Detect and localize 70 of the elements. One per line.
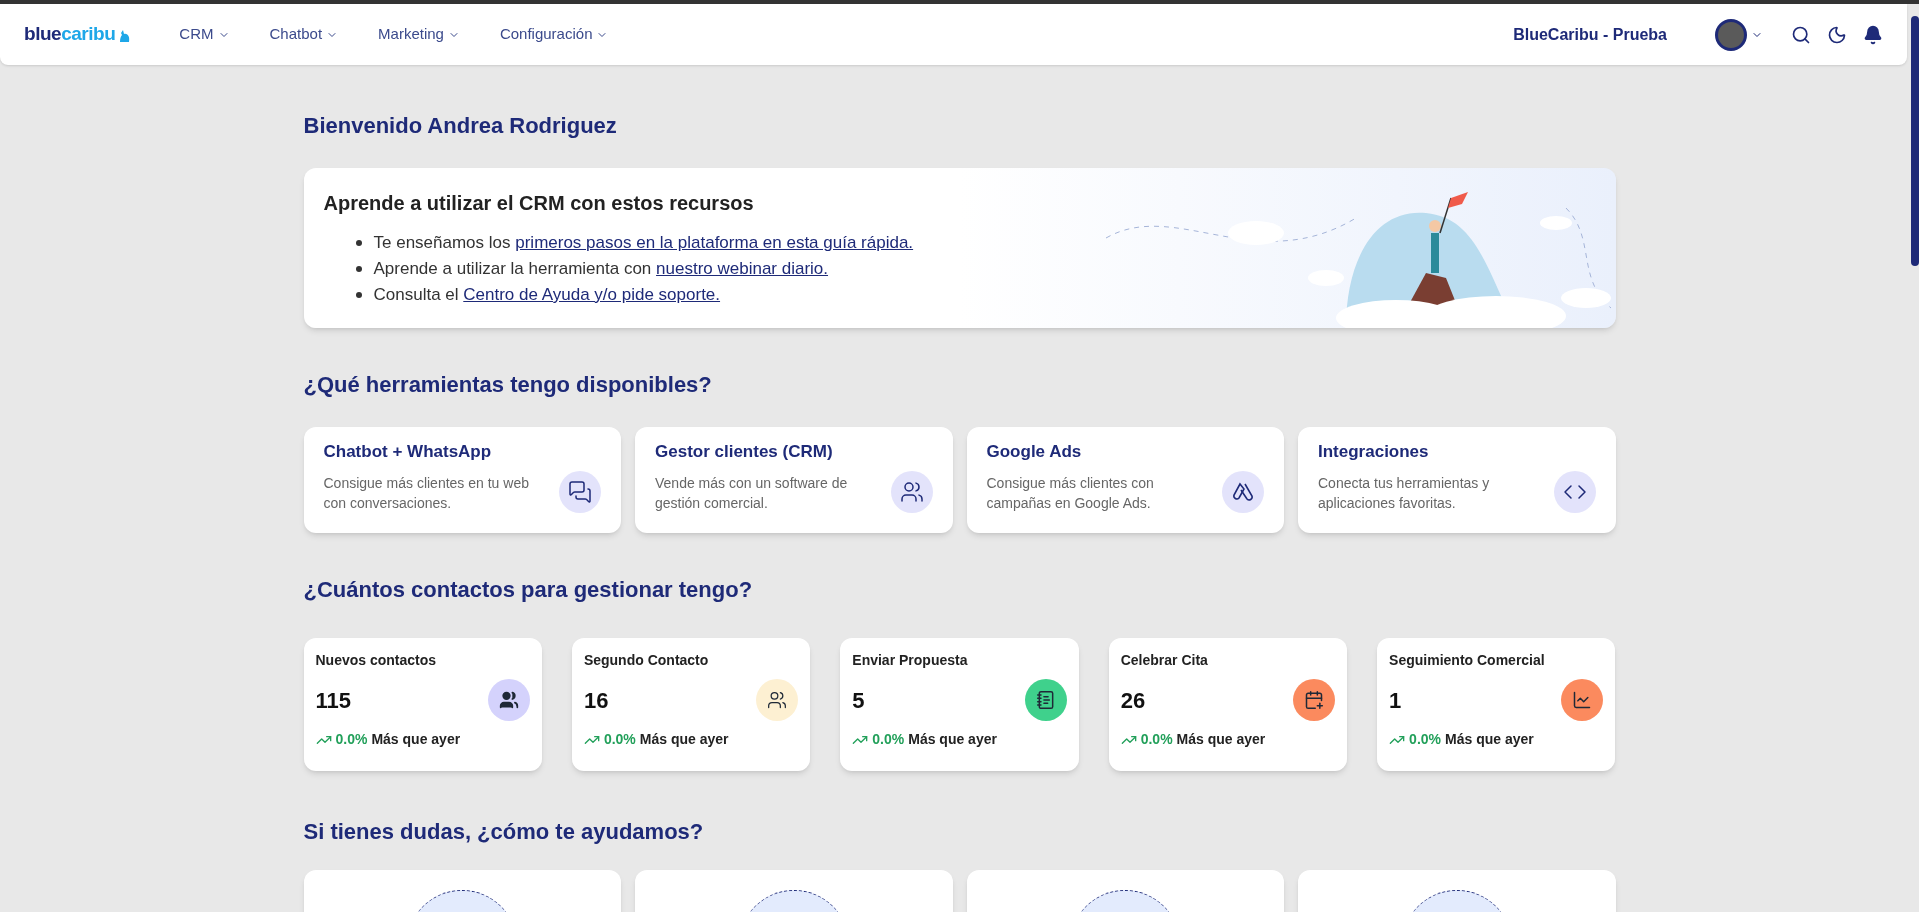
tool-card[interactable]: Chatbot + WhatsApp Consigue más clientes en tu web con conversaciones. [303,427,621,533]
stat-change: 0.0% [1409,730,1441,749]
logo-text[interactable]: bluecaribu [24,20,116,49]
stat-title: Seguimiento Comercial [1389,651,1546,670]
scrollbar-thumb[interactable] [1911,16,1919,266]
search-icon[interactable] [1791,24,1811,45]
account-name: BlueCaribu - Prueba [1513,24,1667,45]
tool-description: Consigue más clientes en tu web con conversaciones. [323,473,530,513]
resource-link[interactable]: nuestro webinar diario. [656,259,829,278]
avatar[interactable] [1715,18,1747,51]
stat-card[interactable]: Enviar Propuesta 5 0.0% Más que ayer [840,638,1079,771]
stat-note: Más que ayer [639,730,729,749]
chat-bubbles-icon [568,480,592,504]
calendar-icon [1304,690,1325,710]
resource-text: Consulta el Centro de Ayuda y/o pide soporte. [373,284,721,306]
bullet-icon [355,266,362,272]
nav-menu[interactable]: CRM [179,23,230,46]
stat-count: 16 [583,686,609,715]
stat-count: 5 [852,686,865,715]
stat-change: 0.0% [335,730,368,749]
chart-icon [1572,690,1593,710]
bullet-icon [355,240,362,246]
stat-count: 26 [1120,686,1146,715]
resource-text: Aprende a utilizar la herramienta con nuestro webinar diario. [373,258,829,280]
resource-link[interactable]: primeros pasos en la plataforma en esta guía rápida. [515,233,914,252]
stat-card[interactable]: Segundo Contacto 16 0.0% Más que ayer [571,638,811,771]
stat-count: 115 [315,686,351,715]
tool-card[interactable]: Gestor clientes (CRM) Vende más con un software de gestión comercial. [635,427,953,533]
nav-menu[interactable]: Configuración [499,23,609,46]
bell-icon[interactable] [1863,24,1883,45]
notebook-icon [1035,690,1056,710]
stat-note: Más que ayer [1445,730,1534,749]
stat-card[interactable]: Celebrar Cita 26 0.0% Más que ayer [1108,638,1348,771]
tool-description: Conecta tus herramientas y aplicaciones favoritas. [1318,473,1491,513]
stat-change: 0.0% [872,730,905,749]
stat-note: Más que ayer [908,730,997,749]
ads-icon [1232,482,1254,502]
stat-title: Enviar Propuesta [852,651,969,670]
tool-card[interactable]: Integraciones Conecta tus herramientas y aplicaciones favoritas. [1298,427,1616,533]
users-icon [498,690,519,710]
welcome-heading: Bienvenido Andrea Rodriguez [303,112,618,140]
tool-title: Integraciones [1318,441,1430,463]
people-icon [767,690,788,710]
section-heading: Si tienes dudas, ¿cómo te ayudamos? [303,818,705,846]
stat-card[interactable]: Nuevos contactos 115 0.0% Más que ayer [303,638,542,771]
stat-change: 0.0% [603,730,636,749]
tool-card[interactable]: Google Ads Consigue más clientes con campañas en Google Ads. [966,427,1284,533]
resources-title: Aprende a utilizar el CRM con estos recursos [323,191,755,216]
tool-description: Consigue más clientes con campañas en Google Ads. [986,473,1155,513]
tool-title: Google Ads [986,441,1083,463]
stat-note: Más que ayer [1176,730,1266,749]
section-heading: ¿Qué herramientas tengo disponibles? [303,371,713,399]
stat-card[interactable]: Seguimiento Comercial 1 0.0% Más que ayer [1377,638,1616,771]
stat-title: Segundo Contacto [583,651,710,670]
stat-note: Más que ayer [371,730,461,749]
resource-link[interactable]: Centro de Ayuda y/o pide soporte. [463,285,721,304]
stat-change: 0.0% [1140,730,1173,749]
moon-icon[interactable] [1827,24,1847,45]
tool-title: Chatbot + WhatsApp [323,441,493,463]
nav-menu[interactable]: Chatbot [269,23,339,46]
people-icon [899,480,924,504]
stat-title: Nuevos contactos [315,651,438,670]
nav-menu[interactable]: Marketing [378,23,460,46]
tool-description: Vende más con un software de gestión comercial. [655,473,849,513]
bullet-icon [355,292,362,298]
stat-count: 1 [1389,686,1402,715]
section-heading: ¿Cuántos contactos para gestionar tengo? [303,576,754,604]
resource-text: Te enseñamos los primeros pasos en la plataforma en esta guía rápida. [373,232,914,254]
tool-title: Gestor clientes (CRM) [655,441,834,463]
stat-title: Celebrar Cita [1120,651,1209,670]
